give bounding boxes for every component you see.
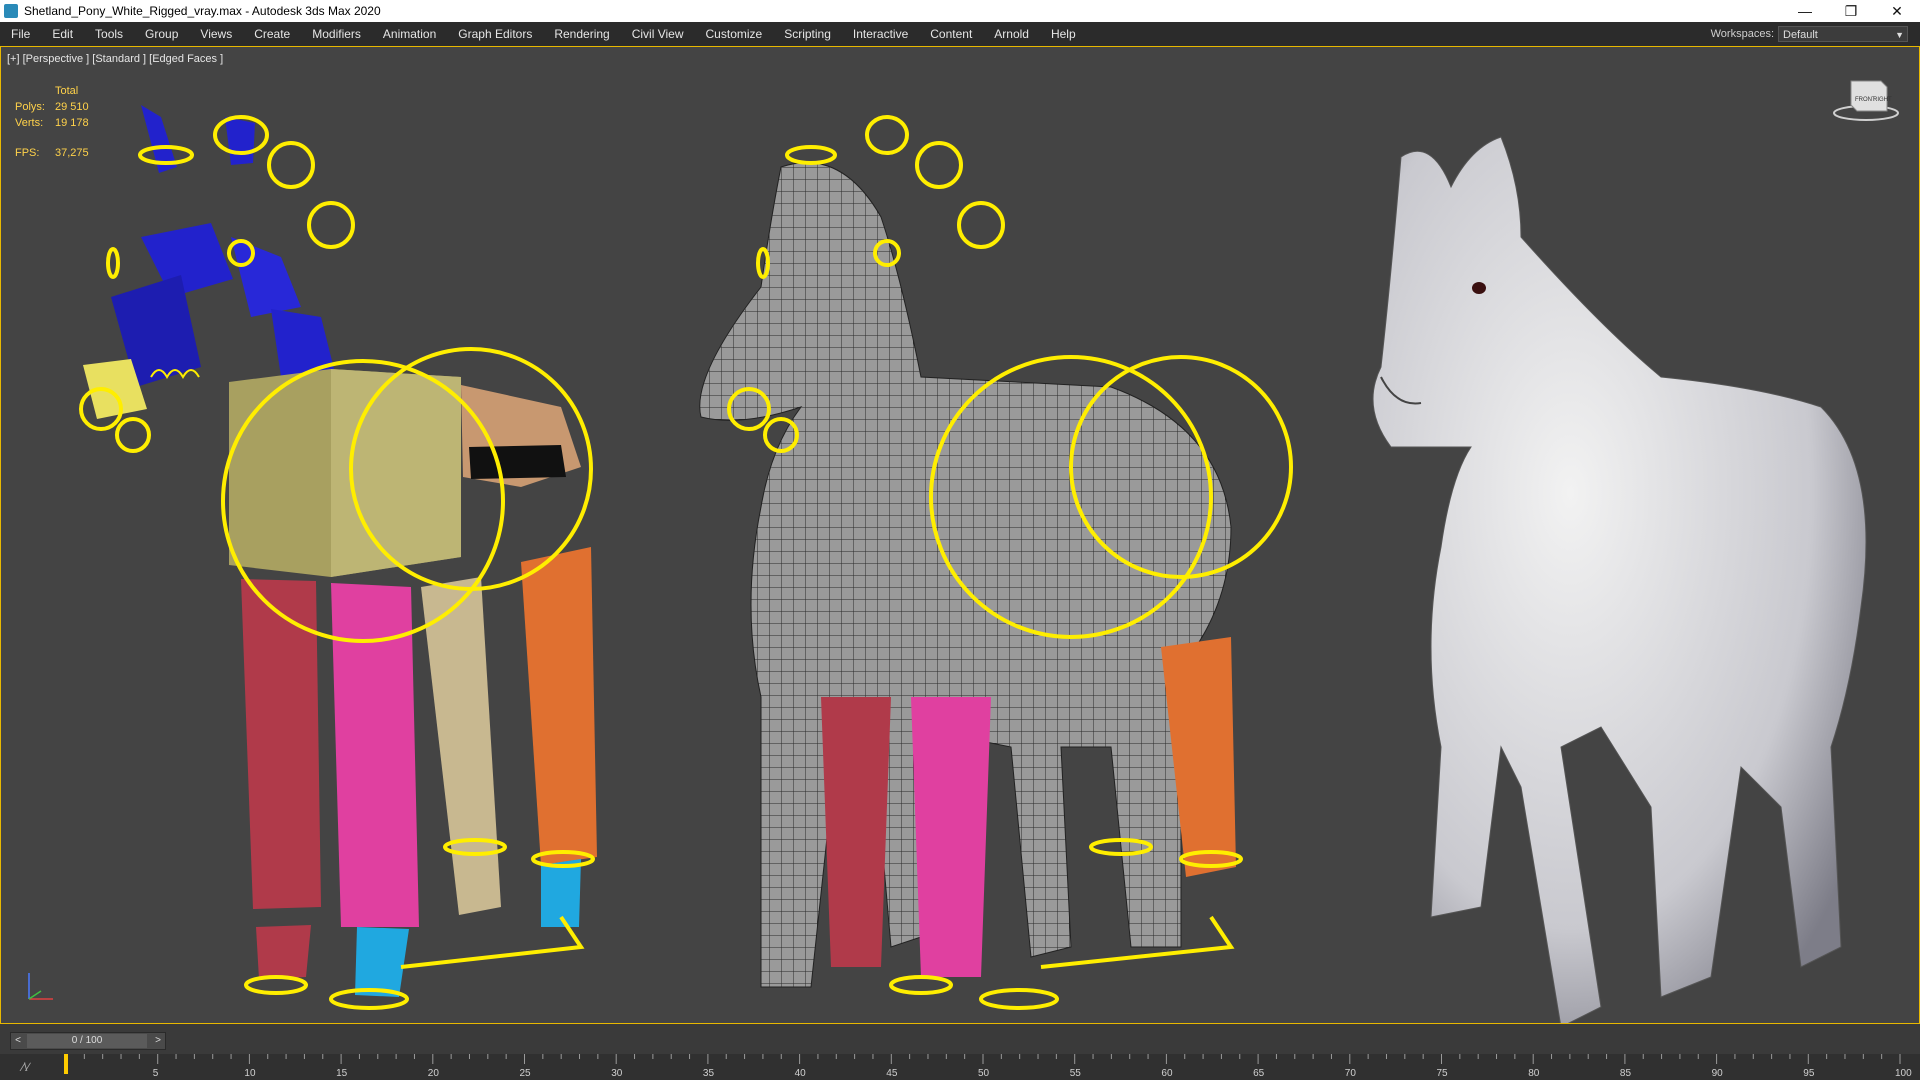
timeline-tick-label: 25 — [520, 1068, 532, 1079]
menu-edit[interactable]: Edit — [41, 22, 84, 46]
verts-value: 19 178 — [55, 117, 89, 129]
stats-header: Total — [55, 85, 79, 97]
neck-bone-top[interactable] — [231, 237, 301, 317]
window-title: Shetland_Pony_White_Rigged_vray.max - Au… — [24, 4, 381, 18]
timeline-tick-label: 5 — [153, 1068, 159, 1079]
menu-rendering[interactable]: Rendering — [543, 22, 620, 46]
restore-button[interactable]: ❐ — [1828, 0, 1874, 22]
workspaces-value: Default — [1783, 29, 1818, 41]
front-right-hoof-bone[interactable] — [355, 927, 409, 997]
pony-eye — [1472, 282, 1486, 294]
tail-shadow — [469, 445, 566, 479]
menu-content[interactable]: Content — [919, 22, 983, 46]
menu-civil-view[interactable]: Civil View — [621, 22, 695, 46]
axis-tripod-icon — [28, 973, 53, 1000]
back-right-hoof-bone[interactable] — [541, 859, 581, 927]
timeline-tick-label: 90 — [1712, 1068, 1724, 1079]
bone-rig[interactable] — [79, 105, 597, 1010]
timeline-tick-label: 95 — [1803, 1068, 1815, 1079]
menu-arnold[interactable]: Arnold — [983, 22, 1040, 46]
close-button[interactable]: ✕ — [1874, 0, 1920, 22]
scene-canvas[interactable] — [1, 47, 1919, 1023]
title-bar: Shetland_Pony_White_Rigged_vray.max - Au… — [0, 0, 1920, 22]
time-slider-thumb[interactable]: 0 / 100 — [27, 1034, 147, 1048]
timeline-current-frame-marker[interactable] — [64, 1054, 68, 1074]
timeline-tick-label: 80 — [1528, 1068, 1540, 1079]
timeline-tick-label: 30 — [611, 1068, 623, 1079]
polys-value: 29 510 — [55, 101, 89, 113]
menu-scripting[interactable]: Scripting — [773, 22, 842, 46]
menu-graph-editors[interactable]: Graph Editors — [447, 22, 543, 46]
timeline-tick-label: 100 — [1895, 1068, 1912, 1079]
chevron-down-icon: ▼ — [1895, 30, 1904, 40]
viewcube-icon[interactable]: FRONT RIGHT — [1831, 71, 1901, 125]
timeline-tick-label: 35 — [703, 1068, 715, 1079]
viewcube-box[interactable] — [1850, 80, 1888, 112]
prev-frame-button[interactable]: < — [11, 1033, 25, 1049]
timeline-tick-label: 85 — [1620, 1068, 1632, 1079]
minimize-button[interactable]: — — [1782, 0, 1828, 22]
mid-front-left-leg-bone — [821, 697, 891, 967]
menu-views[interactable]: Views — [189, 22, 243, 46]
time-controls: < 0 / 100 > 5 10 15 20 25 30 35 40 45 50 55 60 65 70 7… — [0, 1024, 1920, 1080]
menu-file[interactable]: File — [0, 22, 41, 46]
menu-group[interactable]: Group — [134, 22, 189, 46]
timeline-ruler[interactable]: 5 10 15 20 25 30 35 40 45 50 55 60 65 70 75 80 85 90 95 100 — [0, 1054, 1920, 1080]
menu-animation[interactable]: Animation — [372, 22, 447, 46]
timeline-tick-label: 45 — [886, 1068, 898, 1079]
workspaces-dropdown[interactable]: Default ▼ — [1778, 26, 1908, 42]
timeline-tick-label: 40 — [795, 1068, 807, 1079]
timeline-tick-label: 70 — [1345, 1068, 1357, 1079]
menu-create[interactable]: Create — [243, 22, 301, 46]
app-icon — [4, 4, 18, 18]
rendered-pony[interactable] — [1372, 136, 1867, 1023]
menu-bar: File Edit Tools Group Views Create Modif… — [0, 22, 1920, 46]
menu-customize[interactable]: Customize — [695, 22, 774, 46]
verts-label: Verts: — [15, 117, 44, 129]
front-left-hoof-bone[interactable] — [256, 925, 311, 979]
timeline-tick-label: 50 — [978, 1068, 990, 1079]
timeline-tick-label: 10 — [244, 1068, 256, 1079]
timeline-tick-label: 65 — [1253, 1068, 1265, 1079]
viewcube-right-label[interactable]: RIGHT — [1873, 97, 1892, 103]
curve-editor-icon[interactable]: ∕\∕ — [22, 1060, 29, 1074]
polys-label: Polys: — [15, 101, 45, 113]
ear-bone-right[interactable] — [225, 117, 255, 165]
viewport-statistics: Total Polys: 29 510 Verts: 19 178 FPS: 37,2… — [15, 83, 115, 161]
menu-interactive[interactable]: Interactive — [842, 22, 919, 46]
menu-tools[interactable]: Tools — [84, 22, 134, 46]
menu-help[interactable]: Help — [1040, 22, 1087, 46]
timeline-tick-label: 15 — [336, 1068, 348, 1079]
menu-modifiers[interactable]: Modifiers — [301, 22, 372, 46]
back-right-leg-bone[interactable] — [521, 547, 597, 865]
timeline-tick-label: 55 — [1070, 1068, 1082, 1079]
fps-label: FPS: — [15, 147, 40, 159]
timeline-tick-label: 20 — [428, 1068, 440, 1079]
viewport-label[interactable]: [+] [Perspective ] [Standard ] [Edged Fa… — [7, 53, 223, 65]
fps-value: 37,275 — [55, 147, 89, 159]
pony-body[interactable] — [1372, 136, 1867, 1023]
timeline-tick-label: 60 — [1161, 1068, 1173, 1079]
mid-front-leg-bone — [911, 697, 991, 977]
back-left-leg-bone[interactable] — [421, 577, 501, 915]
timeline-track[interactable]: 5 10 15 20 25 30 35 40 45 50 55 60 65 70 75 80 85 90 95 100… — [0, 1054, 1920, 1080]
timeline-tick-label: 75 — [1437, 1068, 1449, 1079]
perspective-viewport[interactable]: [+] [Perspective ] [Standard ] [Edged Fa… — [0, 46, 1920, 1024]
next-frame-button[interactable]: > — [151, 1033, 165, 1049]
workspaces-label: Workspaces: — [1710, 28, 1774, 40]
time-slider[interactable]: < 0 / 100 > — [10, 1032, 166, 1050]
wireframe-pony[interactable] — [699, 115, 1293, 1010]
